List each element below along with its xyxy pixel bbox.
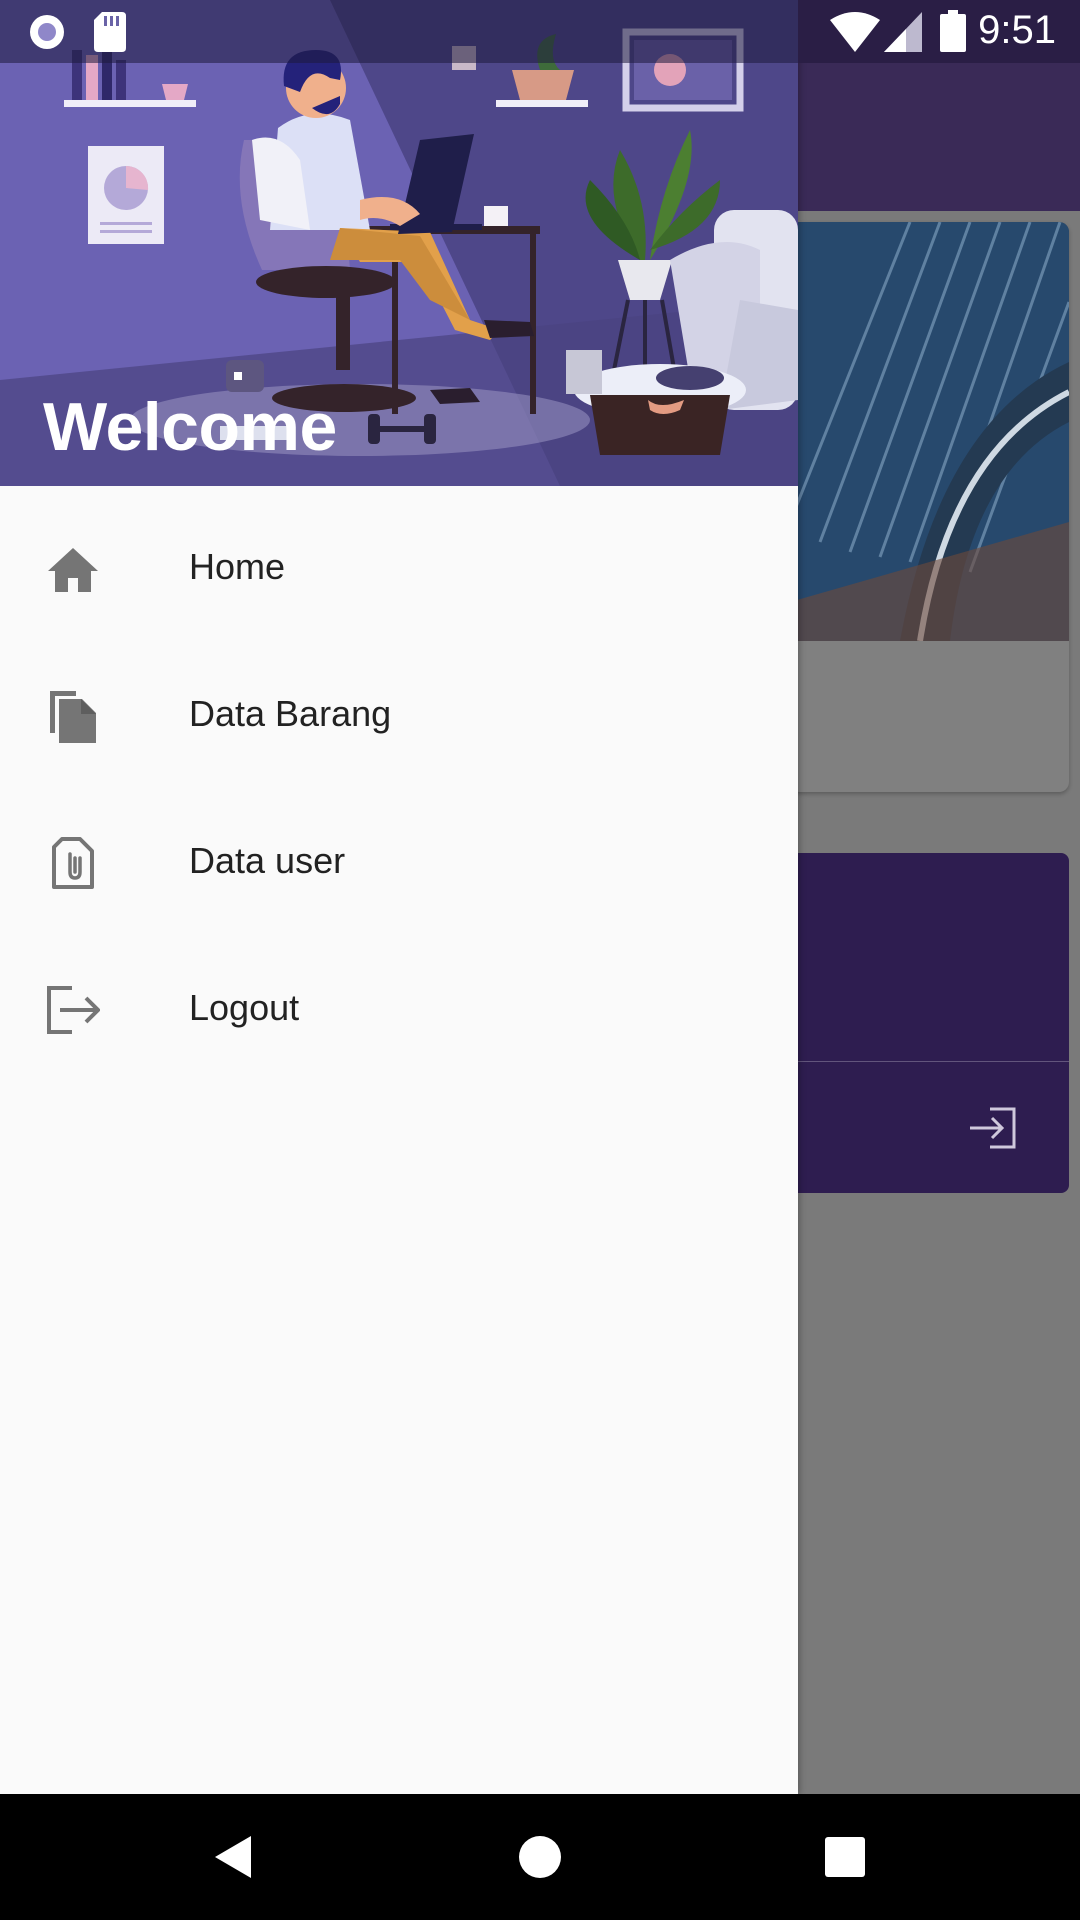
- navigation-drawer: Welcome Home Data Barang Data user Logou…: [0, 0, 798, 1794]
- recents-square-icon[interactable]: [820, 1832, 870, 1882]
- background-purple-card: [790, 853, 1069, 1193]
- menu-item-label: Home: [189, 546, 286, 587]
- welcome-title: Welcome: [43, 389, 337, 465]
- status-time: 9:51: [978, 8, 1056, 52]
- home-icon: [48, 548, 98, 592]
- back-icon[interactable]: [211, 1832, 261, 1882]
- menu-item-logout[interactable]: Logout: [0, 935, 798, 1082]
- building-photo: [790, 222, 1069, 641]
- logout-icon: [47, 986, 100, 1034]
- menu-item-label: Data Barang: [189, 693, 392, 734]
- sd-card-icon: [94, 12, 126, 52]
- system-navigation-bar: [0, 1794, 1080, 1920]
- drawer-menu: Home Data Barang Data user Logout: [0, 494, 798, 1082]
- home-circle-icon[interactable]: [515, 1832, 565, 1882]
- battery-icon: [940, 10, 966, 52]
- attachment-file-icon: [52, 837, 94, 889]
- card-divider: [790, 1061, 1069, 1062]
- file-icon: [50, 691, 96, 743]
- drawer-header: Welcome: [0, 0, 798, 486]
- record-icon: [30, 15, 64, 49]
- status-bar: 9:51: [0, 0, 1080, 63]
- background-image-card: [790, 222, 1069, 792]
- login-icon: [970, 1107, 1016, 1149]
- menu-item-label: Data user: [189, 840, 346, 881]
- cellular-signal-icon: [884, 12, 922, 52]
- wifi-icon: [830, 12, 880, 52]
- menu-item-home[interactable]: Home: [0, 494, 798, 641]
- menu-item-data-user[interactable]: Data user: [0, 788, 798, 935]
- menu-item-data-barang[interactable]: Data Barang: [0, 641, 798, 788]
- menu-item-label: Logout: [189, 987, 300, 1028]
